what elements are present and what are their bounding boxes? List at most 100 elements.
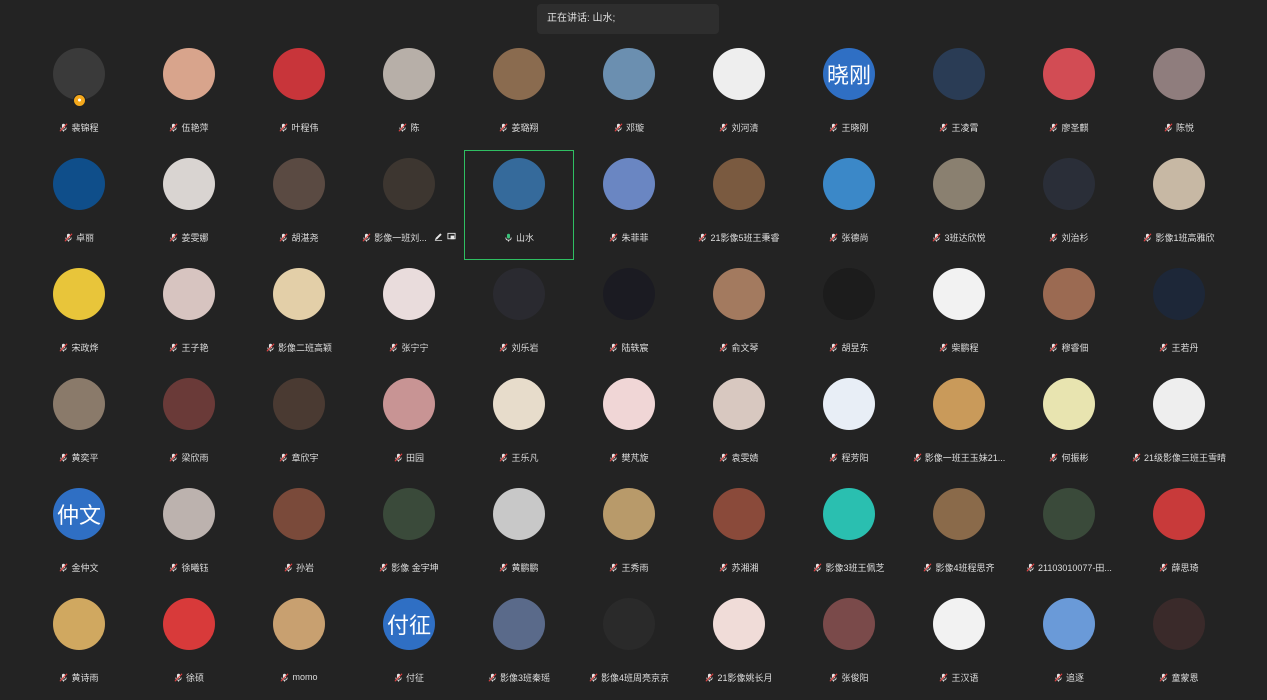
participant-tile[interactable]: 童蒙恩: [1124, 590, 1234, 700]
avatar: [933, 598, 985, 650]
participant-tile[interactable]: 何振彬: [1014, 370, 1124, 480]
participant-tile[interactable]: 追逐: [1014, 590, 1124, 700]
participant-tile[interactable]: 陆轶宸: [574, 260, 684, 370]
participant-tile[interactable]: 张宁宁: [354, 260, 464, 370]
participant-tile[interactable]: 宋政烨: [24, 260, 134, 370]
participant-tile[interactable]: momo: [244, 590, 354, 700]
avatar: [603, 598, 655, 650]
screen-share-icon[interactable]: [447, 232, 456, 243]
participant-tile[interactable]: 樊芃旋: [574, 370, 684, 480]
participant-tile[interactable]: 王秀雨: [574, 480, 684, 590]
participant-tile[interactable]: 刘乐岩: [464, 260, 574, 370]
annotate-icon[interactable]: [434, 232, 443, 243]
participant-tile[interactable]: 姜璐翔: [464, 40, 574, 150]
participant-tile[interactable]: 影像4班周亮京京: [574, 590, 684, 700]
participant-tile[interactable]: 陈悦: [1124, 40, 1234, 150]
participant-tile[interactable]: 影像一班王玉妹21...: [904, 370, 1014, 480]
participant-tile[interactable]: 胡昱东: [794, 260, 904, 370]
participant-tile[interactable]: 胡湛尧: [244, 150, 354, 260]
participant-tile[interactable]: 3班达欣悦: [904, 150, 1014, 260]
participant-tile[interactable]: 袁雯婧: [684, 370, 794, 480]
participant-name: 程芳阳: [841, 452, 869, 463]
participant-tile[interactable]: 王汉语: [904, 590, 1014, 700]
participant-tile[interactable]: 梁欣雨: [134, 370, 244, 480]
participant-name-row: 王子艳: [134, 340, 244, 354]
participant-tile[interactable]: 田园: [354, 370, 464, 480]
participant-tile[interactable]: 晓刚 王晓刚: [794, 40, 904, 150]
avatar: [383, 488, 435, 540]
participant-tile[interactable]: 影像二班高颖: [244, 260, 354, 370]
participant-name: 徐曦钰: [181, 562, 209, 573]
participant-tile[interactable]: 邓璇: [574, 40, 684, 150]
participant-tile[interactable]: ● 裴锦程: [24, 40, 134, 150]
participant-tile[interactable]: 影像 金宇坤: [354, 480, 464, 590]
participant-tile[interactable]: 刘治杉: [1014, 150, 1124, 260]
participant-tile[interactable]: 付征 付征: [354, 590, 464, 700]
participant-tile[interactable]: 章欣宇: [244, 370, 354, 480]
participant-tile[interactable]: 21影像姚长月: [684, 590, 794, 700]
participant-tile[interactable]: 王若丹: [1124, 260, 1234, 370]
participant-tile[interactable]: 仲文 金仲文: [24, 480, 134, 590]
avatar: [163, 598, 215, 650]
participant-name: 刘乐岩: [511, 342, 539, 353]
participant-tile[interactable]: 影像3班王佩芝: [794, 480, 904, 590]
avatar: [1153, 158, 1205, 210]
participant-tile[interactable]: 卓丽: [24, 150, 134, 260]
participant-tile[interactable]: 徐曦钰: [134, 480, 244, 590]
avatar: [163, 488, 215, 540]
participant-tile[interactable]: 徐硕: [134, 590, 244, 700]
participant-tile[interactable]: 孙岩: [244, 480, 354, 590]
participant-tile[interactable]: 陈: [354, 40, 464, 150]
participant-tile[interactable]: 柴鹏程: [904, 260, 1014, 370]
participant-name: 影像3班王佩芝: [825, 562, 885, 573]
participant-tile[interactable]: 俞文琴: [684, 260, 794, 370]
avatar-initials: 付征: [386, 613, 431, 638]
participant-tile[interactable]: 影像一班刘...: [354, 150, 464, 260]
participant-name: momo: [292, 672, 318, 682]
microphone-muted-icon: [59, 672, 68, 682]
participant-tile[interactable]: 苏湘湘: [684, 480, 794, 590]
participant-tile[interactable]: 伍艳萍: [134, 40, 244, 150]
participant-name: 俞文琴: [731, 342, 759, 353]
participant-tile[interactable]: 影像3班秦瑶: [464, 590, 574, 700]
microphone-muted-icon: [280, 672, 289, 682]
participant-name-row: 付征: [354, 670, 464, 684]
participant-tile[interactable]: 王子艳: [134, 260, 244, 370]
participant-tile[interactable]: 黄奕平: [24, 370, 134, 480]
participant-name: 樊芃旋: [621, 452, 649, 463]
participant-name: 付征: [405, 672, 424, 683]
microphone-muted-icon: [394, 452, 403, 462]
participant-name-row: 程芳阳: [794, 450, 904, 464]
participant-tile[interactable]: 黄鹏鹏: [464, 480, 574, 590]
participant-tile[interactable]: 姜雯娜: [134, 150, 244, 260]
participant-tile[interactable]: 山水: [464, 150, 574, 260]
participant-tile[interactable]: 薛思琦: [1124, 480, 1234, 590]
participant-tile[interactable]: 21103010077-田...: [1014, 480, 1124, 590]
participant-tile[interactable]: 21影像5班王秉睿: [684, 150, 794, 260]
participant-name-row: 张德尚: [794, 230, 904, 244]
microphone-muted-icon: [829, 342, 838, 352]
participant-tile[interactable]: 叶程伟: [244, 40, 354, 150]
participant-tile[interactable]: 王乐凡: [464, 370, 574, 480]
participant-name: 袁雯婧: [731, 452, 759, 463]
avatar: [1043, 488, 1095, 540]
participant-tile[interactable]: 穆睿佃: [1014, 260, 1124, 370]
participant-tile[interactable]: 影像1班高雅欣: [1124, 150, 1234, 260]
participant-tile[interactable]: 影像4班程思齐: [904, 480, 1014, 590]
participant-tile[interactable]: 21级影像三班王雪晴: [1124, 370, 1234, 480]
participant-tile[interactable]: 程芳阳: [794, 370, 904, 480]
avatar: [273, 378, 325, 430]
avatar: [493, 378, 545, 430]
microphone-muted-icon: [59, 342, 68, 352]
participant-tile[interactable]: 黄诗雨: [24, 590, 134, 700]
participant-name-row: 陆轶宸: [574, 340, 684, 354]
avatar: [53, 48, 105, 100]
participant-name: 徐硕: [185, 672, 204, 683]
participant-tile[interactable]: 王凌霄: [904, 40, 1014, 150]
participant-name-row: 胡昱东: [794, 340, 904, 354]
participant-tile[interactable]: 张德尚: [794, 150, 904, 260]
participant-tile[interactable]: 朱菲菲: [574, 150, 684, 260]
participant-tile[interactable]: 廖圣麒: [1014, 40, 1124, 150]
participant-tile[interactable]: 刘河清: [684, 40, 794, 150]
participant-tile[interactable]: 张俊阳: [794, 590, 904, 700]
